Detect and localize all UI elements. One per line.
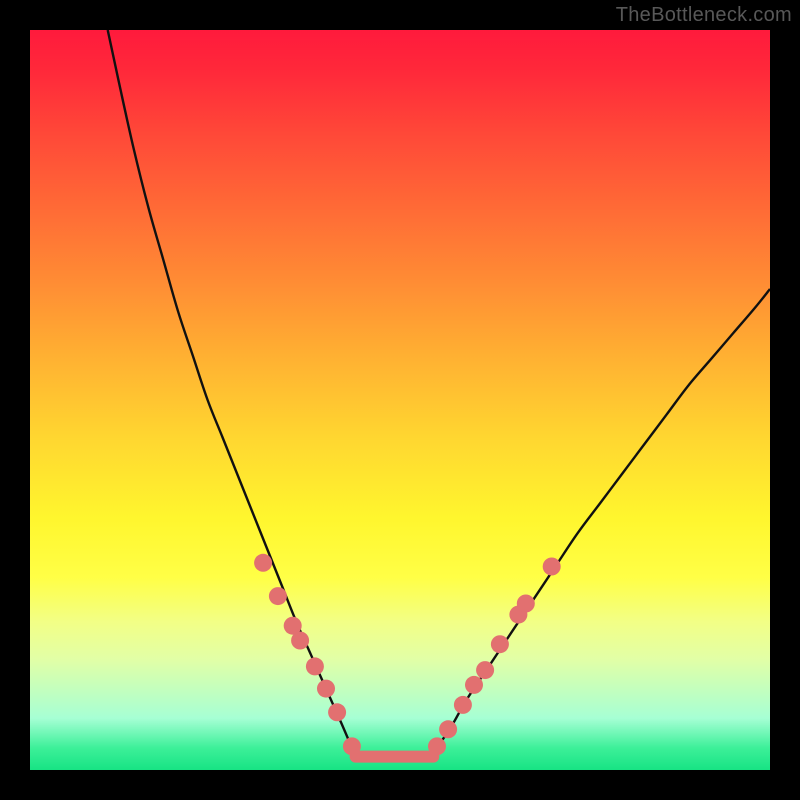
marker-left-dots [317,680,335,698]
marker-right-dots [517,595,535,613]
chart-area [30,30,770,770]
curve-plot [30,30,770,770]
marker-left-dots [306,657,324,675]
series-right-curve [437,289,770,748]
series-left-curve [108,30,352,748]
marker-right-dots [439,720,457,738]
marker-right-dots [428,737,446,755]
marker-right-dots [491,635,509,653]
marker-left-dots [269,587,287,605]
marker-right-dots [543,558,561,576]
marker-left-dots [328,703,346,721]
marker-right-dots [476,661,494,679]
marker-right-dots [465,676,483,694]
marker-right-dots [454,696,472,714]
marker-left-dots [343,737,361,755]
marker-left-dots [254,554,272,572]
watermark-text: TheBottleneck.com [616,4,792,27]
marker-left-dots [291,632,309,650]
